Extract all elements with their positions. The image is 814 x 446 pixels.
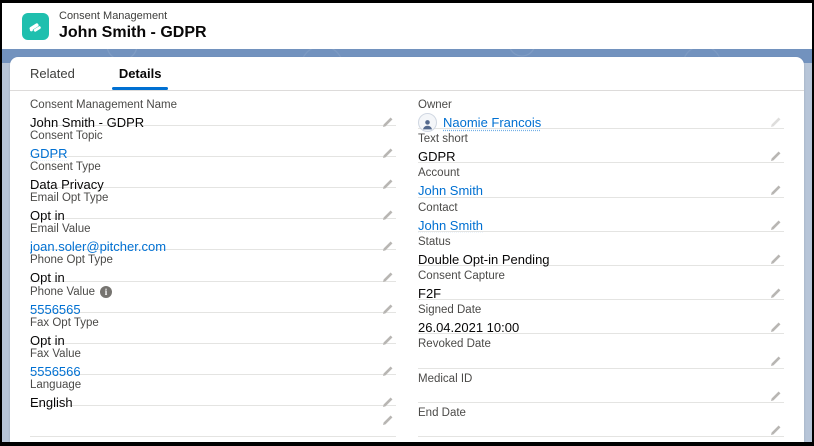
field-row-phone-value: Phone Value 5556565 (30, 282, 396, 313)
pencil-icon[interactable] (769, 390, 782, 403)
field-label: Consent Management Name (30, 99, 396, 112)
field-row-consent-management-name: Consent Management Name John Smith - GDP… (30, 95, 396, 126)
record-header: Consent Management John Smith - GDPR (2, 3, 812, 49)
field-row-phone-opt-type: Phone Opt Type Opt in (30, 250, 396, 281)
field-row-email-value: Email Value joan.soler@pitcher.com (30, 219, 396, 250)
field-grid: Consent Management Name John Smith - GDP… (10, 91, 804, 437)
tab-bar: Related Details (10, 57, 804, 91)
field-row-owner: Owner Naomie Francois (418, 95, 784, 129)
field-row-account: Account John Smith (418, 163, 784, 197)
pencil-icon[interactable] (769, 355, 782, 368)
field-label: Owner (418, 99, 784, 112)
handshake-icon (22, 13, 49, 40)
field-label: Consent Capture (418, 270, 784, 283)
field-value: 26.04.2021 10:00 (418, 320, 519, 335)
field-row-medical-id: Medical ID (418, 369, 784, 403)
field-column-left: Consent Management Name John Smith - GDP… (30, 95, 396, 437)
field-row-consent-type: Consent Type Data Privacy (30, 157, 396, 188)
field-label: Account (418, 167, 784, 180)
account-link[interactable]: John Smith (418, 183, 483, 198)
tab-related[interactable]: Related (30, 57, 75, 90)
field-label: Signed Date (418, 304, 784, 317)
field-label: Email Opt Type (30, 192, 396, 205)
field-row-end-date: End Date (418, 403, 784, 437)
field-row-revoked-date: Revoked Date (418, 334, 784, 368)
field-column-right: Owner Naomie Francois Tex (418, 95, 784, 437)
field-label: Revoked Date (418, 338, 784, 351)
field-label: Fax Opt Type (30, 317, 396, 330)
header-text: Consent Management John Smith - GDPR (59, 10, 207, 42)
field-label: Consent Type (30, 161, 396, 174)
object-label: Consent Management (59, 10, 207, 23)
page-title: John Smith - GDPR (59, 24, 207, 42)
main-area: Related Details Consent Management Name … (2, 49, 812, 442)
field-row-fax-value: Fax Value 5556566 (30, 344, 396, 375)
pencil-icon[interactable] (769, 184, 782, 197)
contact-link[interactable]: John Smith (418, 218, 483, 233)
field-label: End Date (418, 407, 784, 420)
field-row-signed-date: Signed Date 26.04.2021 10:00 (418, 300, 784, 334)
field-label: Status (418, 236, 784, 249)
field-label: Fax Value (30, 348, 396, 361)
field-row-consent-capture: Consent Capture F2F (418, 266, 784, 300)
tab-details[interactable]: Details (119, 57, 162, 90)
field-value: F2F (418, 286, 441, 301)
field-row-text-short: Text short GDPR (418, 129, 784, 163)
field-row-language: Language English (30, 375, 396, 406)
field-row-contact: Contact John Smith (418, 198, 784, 232)
consent-management-record-page: Consent Management John Smith - GDPR Rel… (2, 3, 812, 442)
field-row-status: Status Double Opt-in Pending (418, 232, 784, 266)
pencil-icon[interactable] (769, 150, 782, 163)
field-row-blank (30, 406, 396, 437)
field-value: GDPR (418, 149, 456, 164)
pencil-icon[interactable] (769, 321, 782, 334)
field-row-consent-topic: Consent Topic GDPR (30, 126, 396, 157)
field-row-email-opt-type: Email Opt Type Opt in (30, 188, 396, 219)
field-value: Double Opt-in Pending (418, 252, 550, 267)
field-label: Consent Topic (30, 130, 396, 143)
info-icon[interactable] (100, 286, 112, 298)
field-label: Phone Value (30, 286, 95, 299)
field-label: Text short (418, 133, 784, 146)
pencil-icon[interactable] (769, 424, 782, 437)
record-detail-card: Related Details Consent Management Name … (10, 57, 804, 442)
pencil-icon[interactable] (769, 287, 782, 300)
field-label: Language (30, 379, 396, 392)
field-label: Medical ID (418, 373, 784, 386)
field-row-fax-opt-type: Fax Opt Type Opt in (30, 313, 396, 344)
field-label: Phone Opt Type (30, 254, 396, 267)
field-label: Email Value (30, 223, 396, 236)
pencil-icon[interactable] (769, 219, 782, 232)
pencil-icon[interactable] (769, 253, 782, 266)
field-label: Contact (418, 202, 784, 215)
pencil-icon[interactable] (381, 414, 394, 427)
change-owner-icon[interactable] (769, 116, 782, 129)
